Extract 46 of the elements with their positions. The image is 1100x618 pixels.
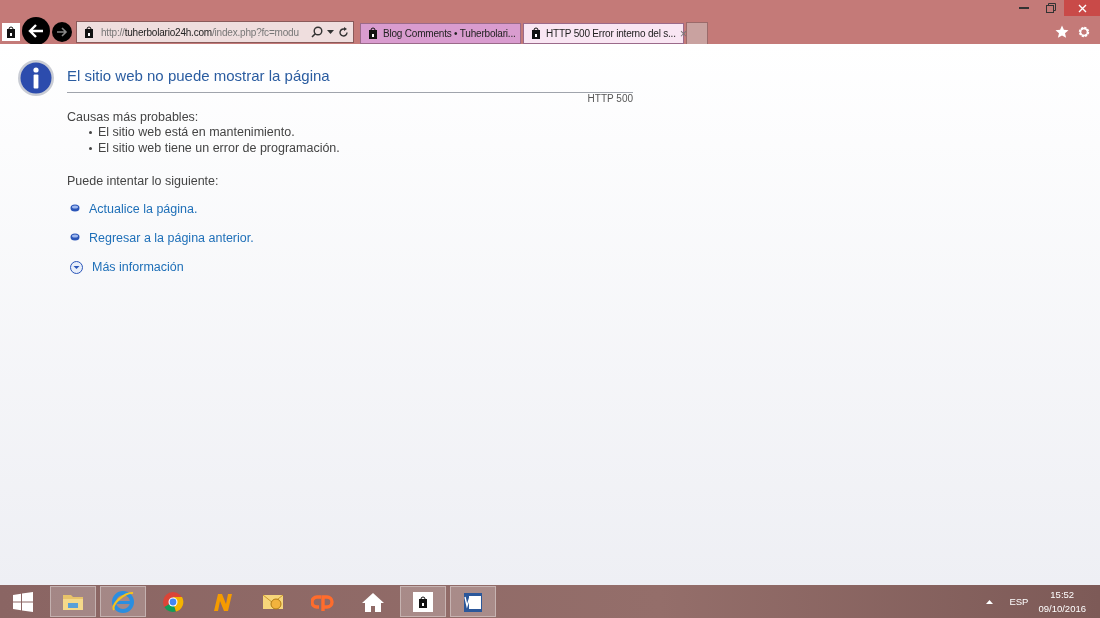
star-icon (1055, 25, 1069, 39)
refresh-icon[interactable] (338, 26, 349, 38)
language-indicator[interactable]: ESP (1009, 596, 1029, 607)
error-code: HTTP 500 (587, 93, 633, 104)
settings-icon (1077, 25, 1091, 39)
clock-date[interactable]: 09/10/2016 (1038, 603, 1086, 614)
bullet-icon (89, 130, 92, 134)
search-icon[interactable] (311, 26, 323, 38)
expand-chevron-icon[interactable] (70, 260, 83, 274)
taskbar-app-button[interactable] (400, 586, 446, 617)
restore-icon (1045, 3, 1056, 13)
tab-title: Blog Comments • Tuherbolari... (383, 27, 516, 39)
site-favicon-button[interactable] (2, 23, 20, 41)
circle-logo-icon (161, 589, 185, 614)
link[interactable]: Más información (92, 260, 184, 274)
new-tab-button[interactable] (686, 21, 708, 45)
windows-logo-icon (13, 591, 33, 612)
error-title: El sitio web no puede mostrar la página (67, 67, 331, 84)
forward-button[interactable] (52, 22, 72, 42)
link[interactable]: Actualice la página. (89, 202, 198, 216)
address-bar[interactable]: http://tuherbolario24h.com/index.php?fc=modu (76, 21, 354, 43)
close-icon (1077, 3, 1087, 13)
causes-heading: Causas más probables: (67, 110, 200, 124)
caret-up-icon (985, 599, 993, 604)
tab-title: HTTP 500 Error interno del s... (546, 27, 676, 39)
bullet-icon (70, 204, 80, 214)
dropdown-caret-icon[interactable] (327, 30, 334, 34)
url-text: http://tuherbolario24h.com/index.php?fc=modu (101, 26, 300, 38)
minimize-icon (1018, 7, 1029, 9)
link[interactable]: Regresar a la página anterior. (89, 231, 254, 245)
browser-tab[interactable]: HTTP 500 Error interno del s... × (523, 22, 684, 44)
clock-time[interactable]: 15:52 (1050, 589, 1075, 600)
bag-icon (411, 589, 435, 614)
bullet-icon (89, 146, 92, 150)
e-logo-icon (111, 589, 135, 614)
suggestions-heading: Puede intentar lo siguiente: (67, 174, 220, 188)
cause-text: El sitio web tiene un error de programación. (98, 140, 340, 156)
info-icon (17, 59, 55, 97)
bullet-icon (70, 233, 80, 243)
back-arrow-icon (28, 24, 44, 38)
taskbar-app-button[interactable] (450, 586, 496, 617)
browser-tab[interactable]: Blog Comments • Tuherbolari... (360, 22, 521, 44)
cause-text: El sitio web está en mantenimiento. (98, 124, 295, 140)
back-button[interactable] (22, 17, 50, 45)
forward-arrow-icon (56, 27, 68, 37)
close-button[interactable] (1064, 0, 1100, 16)
